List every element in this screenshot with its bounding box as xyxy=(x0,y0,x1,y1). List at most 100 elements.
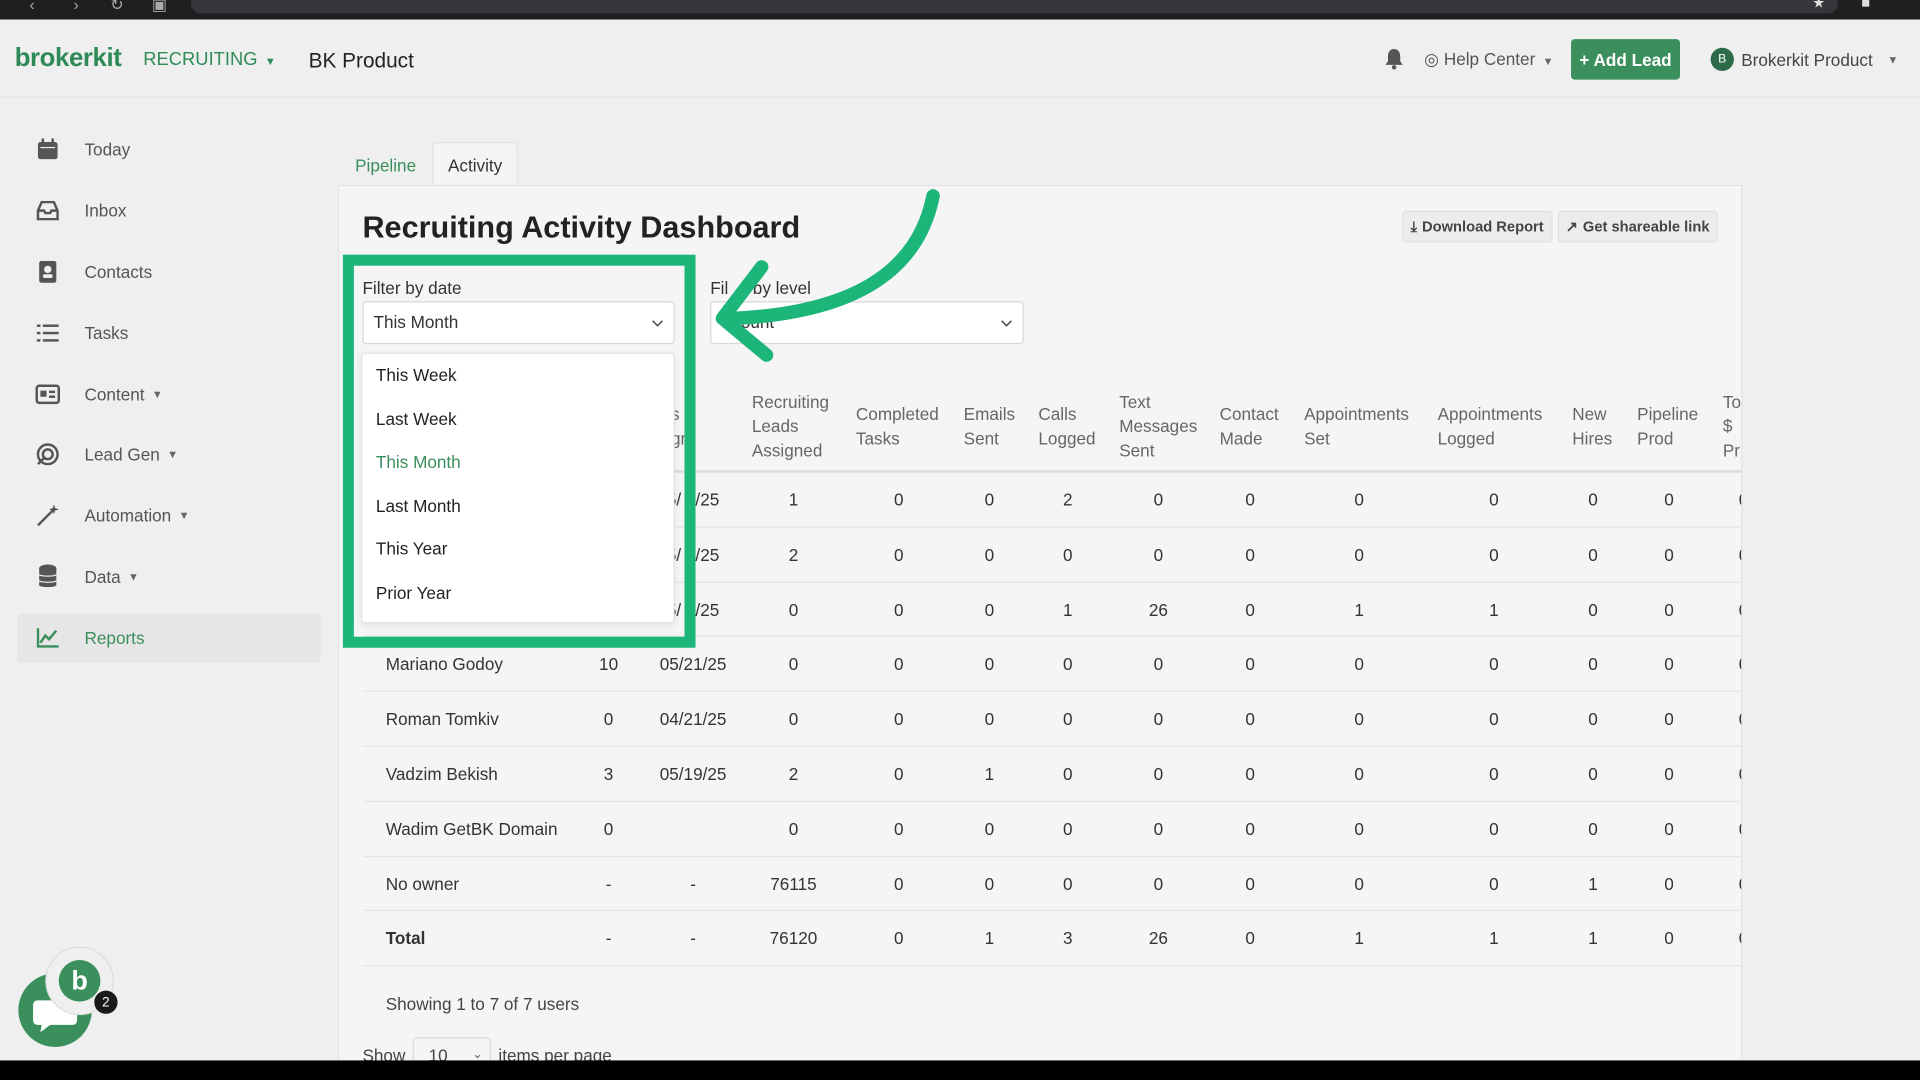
table-cell: 0 xyxy=(1245,873,1255,894)
table-cell: 0 xyxy=(984,654,995,674)
sidebar-item-lead-gen[interactable]: Lead Gen ▼ xyxy=(17,430,321,479)
automation-icon xyxy=(36,504,60,528)
bookmark-icon[interactable]: ★ xyxy=(1812,0,1825,11)
table-cell: Total xyxy=(385,928,426,949)
table-cell: 0 xyxy=(788,599,799,620)
share-icon: ↗ xyxy=(1565,217,1579,236)
sidebar-item-contacts[interactable]: Contacts xyxy=(17,247,321,296)
table-cell: 1 xyxy=(1588,928,1598,949)
sidebar-item-data[interactable]: Data ▼ xyxy=(17,553,321,602)
table-cell: 0 xyxy=(893,599,904,620)
table-cell-clipped: 0 xyxy=(1739,819,1741,839)
contacts-icon xyxy=(36,259,60,283)
dropdown-option-this-week[interactable]: This Week xyxy=(362,354,673,398)
table-cell: 0 xyxy=(1245,544,1255,565)
column-header-appointments-logged[interactable]: Appointments Logged xyxy=(1438,402,1560,451)
table-cell: Mariano Godoy xyxy=(385,654,503,674)
calendar-icon xyxy=(36,137,60,161)
table-cell: 0 xyxy=(788,818,799,839)
shareable-link-label: Get shareable link xyxy=(1582,217,1710,236)
address-bar[interactable] xyxy=(191,0,1838,14)
table-cell: 0 xyxy=(1245,928,1255,949)
download-report-label: Download Report xyxy=(1422,217,1544,236)
column-header-emails-sent[interactable]: Emails Sent xyxy=(964,402,1025,451)
table-cell: 0 xyxy=(1664,654,1674,674)
table-cell: 1 xyxy=(1489,599,1499,620)
table-cell: 0 xyxy=(1588,818,1598,839)
dropdown-option-this-month[interactable]: This Month xyxy=(362,441,673,485)
column-header-appointments-set[interactable]: Appointments Set xyxy=(1304,402,1426,451)
column-header-completed-tasks[interactable]: Completed Tasks xyxy=(856,402,954,451)
column-header-calls-logged[interactable]: Calls Logged xyxy=(1038,402,1105,451)
sidebar-item-label: Inbox xyxy=(84,200,127,221)
table-cell: 0 xyxy=(1245,818,1255,839)
forward-icon[interactable]: › xyxy=(73,0,78,13)
table-cell: 0 xyxy=(984,709,995,729)
table-cell: 1 xyxy=(1588,873,1598,894)
tab-pipeline[interactable]: Pipeline xyxy=(339,142,432,186)
inbox-icon xyxy=(36,198,60,222)
help-center-menu[interactable]: ◎ Help Center ▼ xyxy=(1424,49,1553,70)
sidebar-item-automation[interactable]: Automation ▼ xyxy=(17,491,321,540)
module-switcher[interactable]: RECRUITING ▼ xyxy=(143,49,276,70)
user-name: Brokerkit Product xyxy=(1741,49,1873,70)
brokerkit-logo[interactable]: brokerkit xyxy=(15,44,122,73)
sidebar-item-reports[interactable]: Reports xyxy=(17,613,321,663)
user-menu[interactable]: B Brokerkit Product ▼ xyxy=(1710,47,1898,72)
column-header-total[interactable]: To $ Pr xyxy=(1723,389,1741,462)
table-cell: 05/21/25 xyxy=(659,654,727,674)
report-actions: ⤓ Download Report ↗ Get shareable link xyxy=(1402,210,1719,243)
back-icon[interactable]: ‹ xyxy=(29,0,34,13)
table-cell: 0 xyxy=(1245,489,1255,510)
extension-icon[interactable]: ■ xyxy=(1861,0,1870,11)
table-cell: 0 xyxy=(1489,818,1499,839)
table-cell: 1 xyxy=(1489,928,1499,949)
table-cell: 0 xyxy=(1489,489,1499,510)
tab-activity[interactable]: Activity xyxy=(432,142,519,187)
table-row: Roman Tomkiv 0 04/21/25 0 0 0 0 0 0 0 0 0 0 0 xyxy=(362,692,1742,747)
add-lead-button[interactable]: + Add Lead xyxy=(1571,39,1681,80)
table-cell: Wadim GetBK Domain xyxy=(385,818,558,839)
reload-icon[interactable]: ↻ xyxy=(110,0,123,15)
column-header-recruiting-leads[interactable]: Recruiting Leads Assigned xyxy=(752,389,844,462)
column-header-text-messages[interactable]: Text Messages Sent xyxy=(1119,389,1205,462)
table-row: Total--7612001326011100 xyxy=(362,911,1742,967)
table-cell: - xyxy=(690,873,696,894)
dropdown-option-last-month[interactable]: Last Month xyxy=(362,485,673,529)
table-cell: 0 xyxy=(1153,654,1164,674)
sidebar-item-content[interactable]: Content ▼ xyxy=(17,369,321,418)
table-cell: Vadzim Bekish xyxy=(385,764,498,784)
column-header-new-hires[interactable]: New Hires xyxy=(1572,402,1621,451)
table-cell: 1 xyxy=(1354,928,1364,949)
table-cell: 0 xyxy=(893,489,904,510)
table-cell: 0 xyxy=(1062,709,1073,729)
table-cell: 0 xyxy=(1062,818,1073,839)
table-cell: 2 xyxy=(788,544,799,565)
sidebar-item-today[interactable]: Today xyxy=(17,125,321,174)
chart-icon xyxy=(36,626,60,650)
bell-icon[interactable] xyxy=(1384,48,1405,70)
table-cell: 0 xyxy=(788,709,799,729)
shareable-link-button[interactable]: ↗ Get shareable link xyxy=(1557,210,1719,243)
table-cell: 0 xyxy=(1588,654,1598,674)
table-cell: 1 xyxy=(1354,599,1364,620)
dropdown-option-prior-year[interactable]: Prior Year xyxy=(362,572,673,616)
table-cell: 0 xyxy=(1664,489,1674,510)
sidebar-item-inbox[interactable]: Inbox xyxy=(17,186,321,235)
dropdown-option-this-year[interactable]: This Year xyxy=(362,528,673,572)
table-cell: 0 xyxy=(1354,764,1364,784)
sidebar-item-tasks[interactable]: Tasks xyxy=(17,308,321,357)
download-report-button[interactable]: ⤓ Download Report xyxy=(1402,210,1553,243)
column-header-contact-made[interactable]: Contact Made xyxy=(1220,402,1293,451)
sidebar-item-label: Content xyxy=(84,383,145,404)
column-header-pipeline-prod[interactable]: Pipeline Prod xyxy=(1637,402,1710,451)
table-cell: 1 xyxy=(984,764,995,784)
table-cell: 0 xyxy=(1489,764,1499,784)
table-cell: 0 xyxy=(603,709,614,729)
dropdown-option-last-week[interactable]: Last Week xyxy=(362,397,673,441)
table-cell: 0 xyxy=(1354,818,1364,839)
home-icon[interactable]: ▣ xyxy=(152,0,167,15)
table-cell-clipped: 0 xyxy=(1739,600,1741,620)
table-cell: 0 xyxy=(1664,928,1674,949)
caret-down-icon: ▼ xyxy=(151,387,163,400)
